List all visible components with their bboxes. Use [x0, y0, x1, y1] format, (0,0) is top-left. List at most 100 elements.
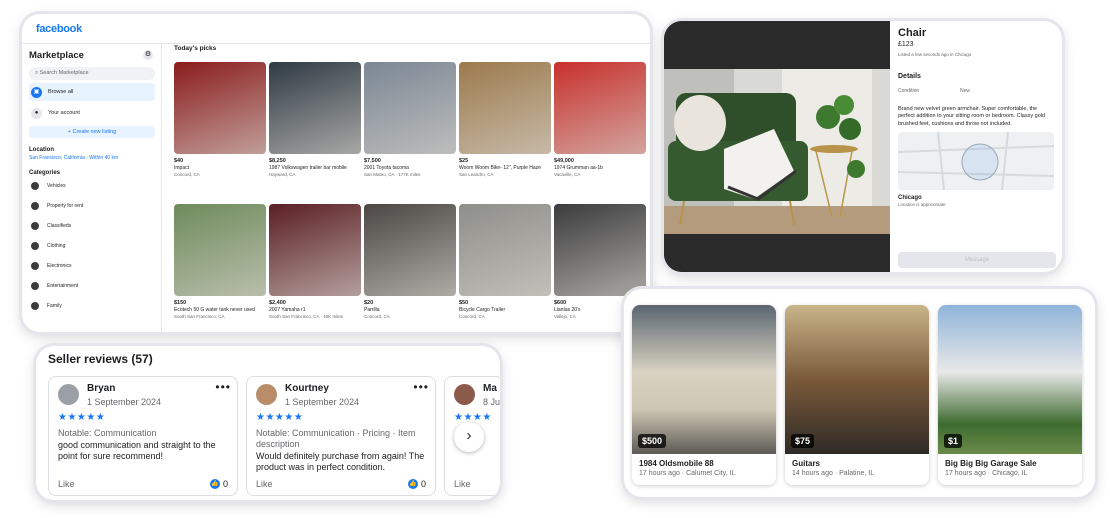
category-icon [31, 282, 39, 290]
listing-card[interactable]: $50 Bicycle Cargo Trailer Concord, CA [459, 204, 551, 319]
listing-photo[interactable]: $75 [785, 305, 929, 454]
listing-title: 1987 Volkswagen trailer bar mobile [269, 165, 347, 171]
listing-thumbnail[interactable] [174, 62, 266, 154]
listing-card[interactable]: $49,000 1974 Grumman aa-1b Vacaville, CA [554, 62, 646, 177]
listing-price: $40 [174, 158, 184, 164]
listing-title: Big Big Big Garage Sale [945, 459, 1037, 468]
like-button[interactable]: Like [58, 479, 75, 489]
gear-icon[interactable]: ⚙ [143, 50, 153, 60]
listing-title: Guitars [792, 459, 821, 468]
like-button[interactable]: Like [256, 479, 273, 489]
details-heading: Details [898, 73, 921, 80]
sidebar-item-browse-all[interactable]: ▣ Browse all [29, 83, 155, 101]
listing-card[interactable]: $2,400 2007 Yamaha r1 South San Francisco,… [269, 204, 361, 319]
sidebar-category-item[interactable]: Classifieds [29, 216, 155, 236]
todays-picks-title: Today's picks [174, 45, 217, 52]
listing-price: $50 [459, 300, 469, 306]
listing-card[interactable]: $25 Woom Woom Bike- 12", Purple Haze San L… [459, 62, 551, 177]
sidebar-category-item[interactable]: Entertainment [29, 276, 155, 296]
listing-photo[interactable]: $500 [632, 305, 776, 454]
listing-thumbnail[interactable] [364, 62, 456, 154]
review-text: good communication and straight to the p… [58, 440, 216, 461]
message-button[interactable]: Message [898, 252, 1056, 268]
featured-listings-panel: $500 1984 Oldsmobile 88 17 hours ago · Cal… [624, 289, 1095, 497]
listing-card[interactable]: $8,250 1987 Volkswagen trailer bar mobile… [269, 62, 361, 177]
review-tags: Notable: Communication · Pricing · Item … [256, 428, 416, 449]
listing-title: Parrilla [364, 307, 380, 313]
listing-title: Woom Woom Bike- 12", Purple Haze [459, 165, 541, 171]
sidebar-category-item[interactable]: Property for rent [29, 196, 155, 216]
category-label: Family [47, 303, 62, 309]
listing-thumbnail[interactable] [364, 204, 456, 296]
featured-listing-card[interactable]: $75 Guitars 14 hours ago · Palatine, IL [785, 305, 929, 485]
marketplace-window: facebook Marketplace ⚙ ⌕ Search Marketpl… [22, 14, 650, 332]
listing-photo[interactable] [664, 21, 890, 272]
like-count-value: 0 [420, 479, 426, 489]
avatar[interactable] [454, 384, 475, 405]
sidebar-category-item[interactable]: Electronics [29, 256, 155, 276]
more-options-icon[interactable]: ••• [215, 380, 231, 394]
listing-thumbnail[interactable] [269, 62, 361, 154]
marketplace-title: Marketplace [29, 50, 84, 61]
chevron-right-icon[interactable]: › [454, 422, 484, 452]
avatar[interactable] [256, 384, 277, 405]
sidebar-category-item[interactable]: Clothing [29, 236, 155, 256]
listing-location: San Mateo, CA · 177K miles [364, 172, 421, 177]
category-icon [31, 222, 39, 230]
like-count-value: 0 [222, 479, 228, 489]
listing-thumbnail[interactable] [459, 62, 551, 154]
reviewer-name[interactable]: Kourtney [285, 383, 329, 394]
listing-location: Hayward, CA [269, 172, 296, 177]
more-options-icon[interactable]: ••• [413, 380, 429, 394]
location-note: Location is approximate [898, 201, 946, 207]
avatar[interactable] [58, 384, 79, 405]
listing-card[interactable]: $40 Impact Concord, CA [174, 62, 266, 177]
listing-card[interactable]: $7,500 2001 Toyota tacoma San Mateo, CA · … [364, 62, 456, 177]
listing-city: Chicago [898, 194, 922, 201]
featured-listing-card[interactable]: $1 Big Big Big Garage Sale 17 hours ago · … [938, 305, 1082, 485]
review-tags: Notable: Communication [58, 428, 157, 438]
category-list: Vehicles Property for rent Classifieds Clot… [29, 176, 155, 316]
sidebar-category-item[interactable]: Vehicles [29, 176, 155, 196]
listing-price: $49,000 [554, 158, 574, 164]
listing-thumbnail[interactable] [269, 204, 361, 296]
reviewer-name[interactable]: Bryan [87, 383, 115, 394]
search-input[interactable]: ⌕ Search Marketplace [29, 67, 155, 80]
listing-price: $7,500 [364, 158, 381, 164]
listing-title: Chair [898, 27, 927, 39]
listing-thumbnail[interactable] [174, 204, 266, 296]
listing-price: $8,250 [269, 158, 286, 164]
listing-location: Concord, CA [364, 314, 390, 319]
category-icon [31, 262, 39, 270]
listing-photo[interactable]: $1 [938, 305, 1082, 454]
listing-time: Listed a few seconds ago in Chicago [898, 52, 972, 57]
listing-meta: 14 hours ago · Palatine, IL [792, 470, 875, 477]
category-icon [31, 302, 39, 310]
price-badge: $500 [638, 434, 667, 448]
location-map[interactable] [898, 131, 1054, 190]
location-link[interactable]: San Francisco, California · Within 40 km [29, 155, 155, 161]
listing-card[interactable]: $150 Ecotech 50 G water tank never used So… [174, 204, 266, 319]
reviewer-name[interactable]: Ma [483, 383, 497, 394]
featured-listing-card[interactable]: $500 1984 Oldsmobile 88 17 hours ago · Cal… [632, 305, 776, 485]
create-listing-button[interactable]: + Create new listing [29, 126, 155, 138]
like-button[interactable]: Like [454, 479, 471, 489]
price-badge: $75 [791, 434, 815, 448]
sidebar-category-item[interactable]: Family [29, 296, 155, 316]
listing-description: Brand new velvet green armchair. Super c… [898, 106, 1046, 127]
listing-title: Impact [174, 165, 190, 171]
listing-thumbnail[interactable] [554, 62, 646, 154]
listing-title: Bicycle Cargo Trailer [459, 307, 506, 313]
condition-row: Condition New [898, 88, 1054, 94]
listing-location: Concord, CA [174, 172, 200, 177]
review-text: Would definitely purchase from again! Th… [256, 451, 425, 472]
facebook-logo[interactable]: facebook [36, 23, 82, 35]
thumbs-up-icon: 👍 [407, 479, 418, 489]
listing-thumbnail[interactable] [554, 204, 646, 296]
listing-thumbnail[interactable] [459, 204, 551, 296]
listing-card[interactable]: $20 Parrilla Concord, CA [364, 204, 456, 319]
category-icon [31, 202, 39, 210]
sidebar-item-your-account[interactable]: ● Your account [29, 104, 155, 122]
review-date: 1 September 2024 [87, 397, 162, 407]
listing-location: South San Francisco, CA [174, 314, 225, 319]
